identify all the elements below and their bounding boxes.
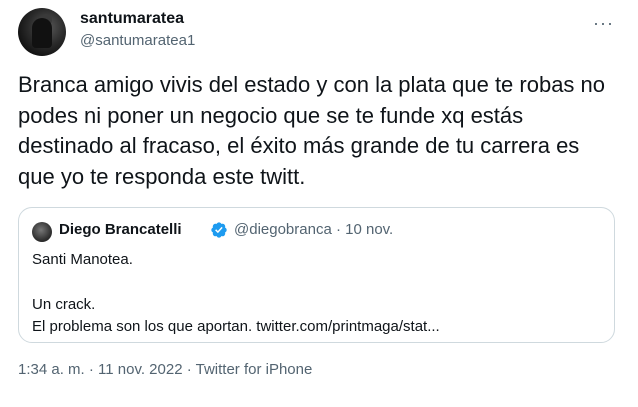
quoted-author-name: Diego Brancatelli: [59, 221, 182, 238]
author-handle[interactable]: @santumaratea1: [80, 32, 195, 49]
quoted-author-handle-date: @diegobranca · 10 nov.: [234, 221, 394, 238]
quoted-author-avatar: [32, 222, 52, 242]
author-display-name[interactable]: santumaratea: [80, 10, 184, 28]
author-avatar[interactable]: [18, 8, 66, 56]
tweet-timestamp-source[interactable]: 1:34 a. m. · 11 nov. 2022 · Twitter for …: [18, 361, 312, 378]
more-options-icon[interactable]: ···: [593, 14, 614, 32]
quoted-text-line: El problema son los que aportan. twitter…: [32, 318, 440, 335]
tweet-text: Branca amigo vivis del estado y con la p…: [18, 72, 606, 189]
tweet-card: santumaratea @santumaratea1 ··· Branca a…: [0, 0, 638, 407]
avatar-body-shape: [32, 18, 52, 48]
quoted-text-line: Un crack.: [32, 296, 96, 313]
quoted-text-line: Santi Manotea.: [32, 251, 133, 268]
verified-badge-icon: [211, 222, 227, 238]
quoted-tweet[interactable]: Diego Brancatelli @diegobranca · 10 nov.…: [18, 207, 615, 343]
